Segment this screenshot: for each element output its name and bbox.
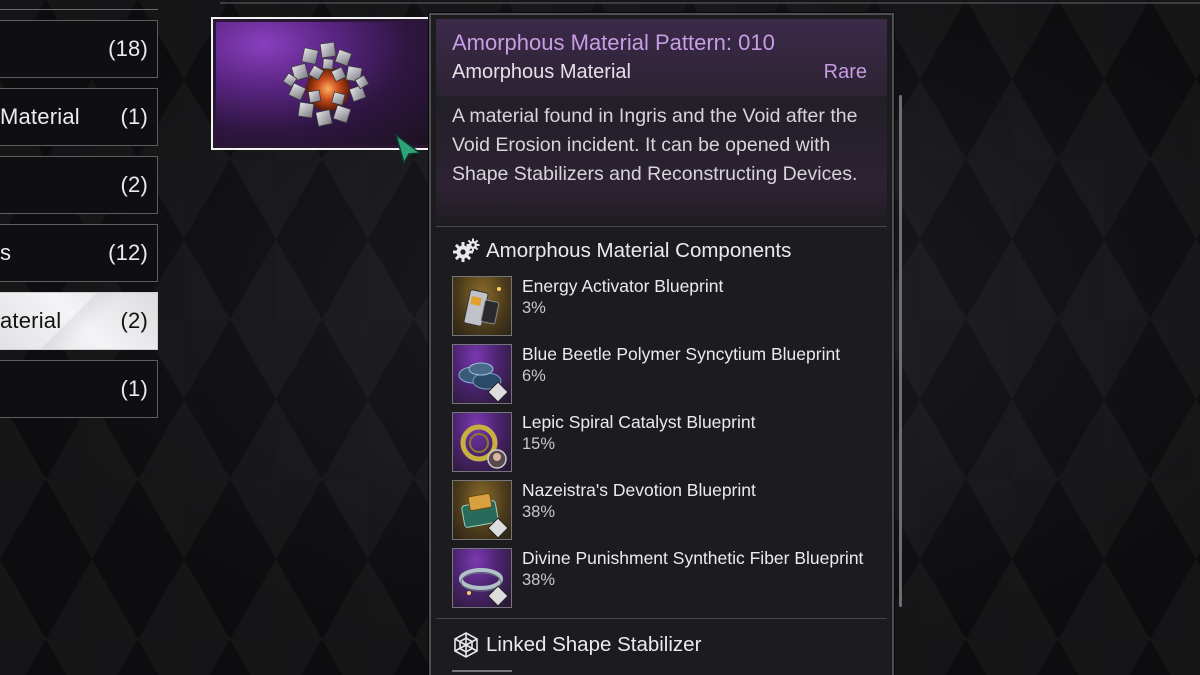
cursor-arrow-icon	[394, 133, 423, 165]
item-card-selected[interactable]	[211, 17, 435, 150]
component-row[interactable]: Lepic Spiral Catalyst Blueprint 15%	[452, 412, 882, 474]
item-description: A material found in Ingris and the Void …	[452, 105, 858, 185]
tooltip-header: Amorphous Material Pattern: 010 Amorphou…	[436, 19, 887, 105]
component-name: Blue Beetle Polymer Syncytium Blueprint	[522, 344, 841, 364]
tooltip-scrollbar[interactable]	[899, 95, 902, 607]
category-item-selected[interactable]: aterial (2)	[0, 292, 158, 350]
linked-stabilizer-heading-text: Linked Shape Stabilizer	[486, 633, 702, 656]
category-count: (2)	[120, 172, 148, 197]
category-item[interactable]: (18)	[0, 20, 158, 78]
category-count: (1)	[120, 376, 148, 401]
components-heading: Amorphous Material Components	[452, 237, 791, 265]
category-count: (1)	[120, 104, 148, 129]
category-item[interactable]: (1)	[0, 360, 158, 418]
section-divider	[436, 618, 887, 619]
component-name: Nazeistra's Devotion Blueprint	[522, 480, 756, 500]
component-thumbnail	[452, 548, 512, 608]
linked-stabilizer-heading: Linked Shape Stabilizer	[452, 631, 701, 659]
devotion-icon	[461, 493, 509, 539]
spiral-catalyst-icon	[460, 424, 507, 469]
component-drop-rate: 38%	[522, 503, 556, 521]
amorphous-material-icon	[282, 41, 370, 127]
tooltip-subtitle: Amorphous Material	[452, 61, 631, 83]
component-name: Energy Activator Blueprint	[522, 276, 724, 296]
component-row[interactable]: Divine Punishment Synthetic Fiber Bluepr…	[452, 548, 882, 610]
category-label: aterial	[0, 308, 62, 333]
item-tooltip: Amorphous Material Pattern: 010 Amorphou…	[429, 13, 902, 675]
description-box: A material found in Ingris and the Void …	[436, 96, 887, 227]
component-thumbnail	[452, 344, 512, 404]
component-name: Divine Punishment Synthetic Fiber Bluepr…	[522, 548, 864, 568]
category-item[interactable]: s (12)	[0, 224, 158, 282]
synthetic-fiber-icon	[459, 568, 509, 607]
tooltip-title: Amorphous Material Pattern: 010	[452, 30, 775, 55]
component-drop-rate: 3%	[522, 299, 546, 317]
rarity-label: Rare	[823, 61, 867, 83]
component-thumbnail	[452, 276, 512, 336]
component-thumbnail	[452, 480, 512, 540]
top-divider	[220, 2, 1200, 4]
component-row[interactable]: Blue Beetle Polymer Syncytium Blueprint …	[452, 344, 882, 406]
polymer-syncytium-icon	[458, 362, 509, 403]
gears-icon	[453, 238, 480, 262]
category-count: (18)	[108, 36, 148, 61]
category-item[interactable]: Material (1)	[0, 88, 158, 146]
component-name: Lepic Spiral Catalyst Blueprint	[522, 412, 756, 432]
linked-stabilizer-thumbnail	[452, 670, 512, 672]
component-drop-rate: 6%	[522, 367, 546, 385]
energy-activator-icon	[463, 287, 501, 327]
category-label: Material	[0, 104, 80, 129]
components-heading-text: Amorphous Material Components	[486, 239, 792, 262]
component-drop-rate: 38%	[522, 571, 556, 589]
shape-stabilizer-icon	[454, 632, 478, 658]
component-row[interactable]: Nazeistra's Devotion Blueprint 38%	[452, 480, 882, 542]
category-label: s	[0, 240, 12, 265]
category-list-top-edge	[0, 0, 158, 10]
component-thumbnail	[452, 412, 512, 472]
category-count: (12)	[108, 240, 148, 265]
component-drop-rate: 15%	[522, 435, 556, 453]
category-count: (2)	[120, 308, 148, 333]
category-item[interactable]: (2)	[0, 156, 158, 214]
component-row[interactable]: Energy Activator Blueprint 3%	[452, 276, 882, 338]
